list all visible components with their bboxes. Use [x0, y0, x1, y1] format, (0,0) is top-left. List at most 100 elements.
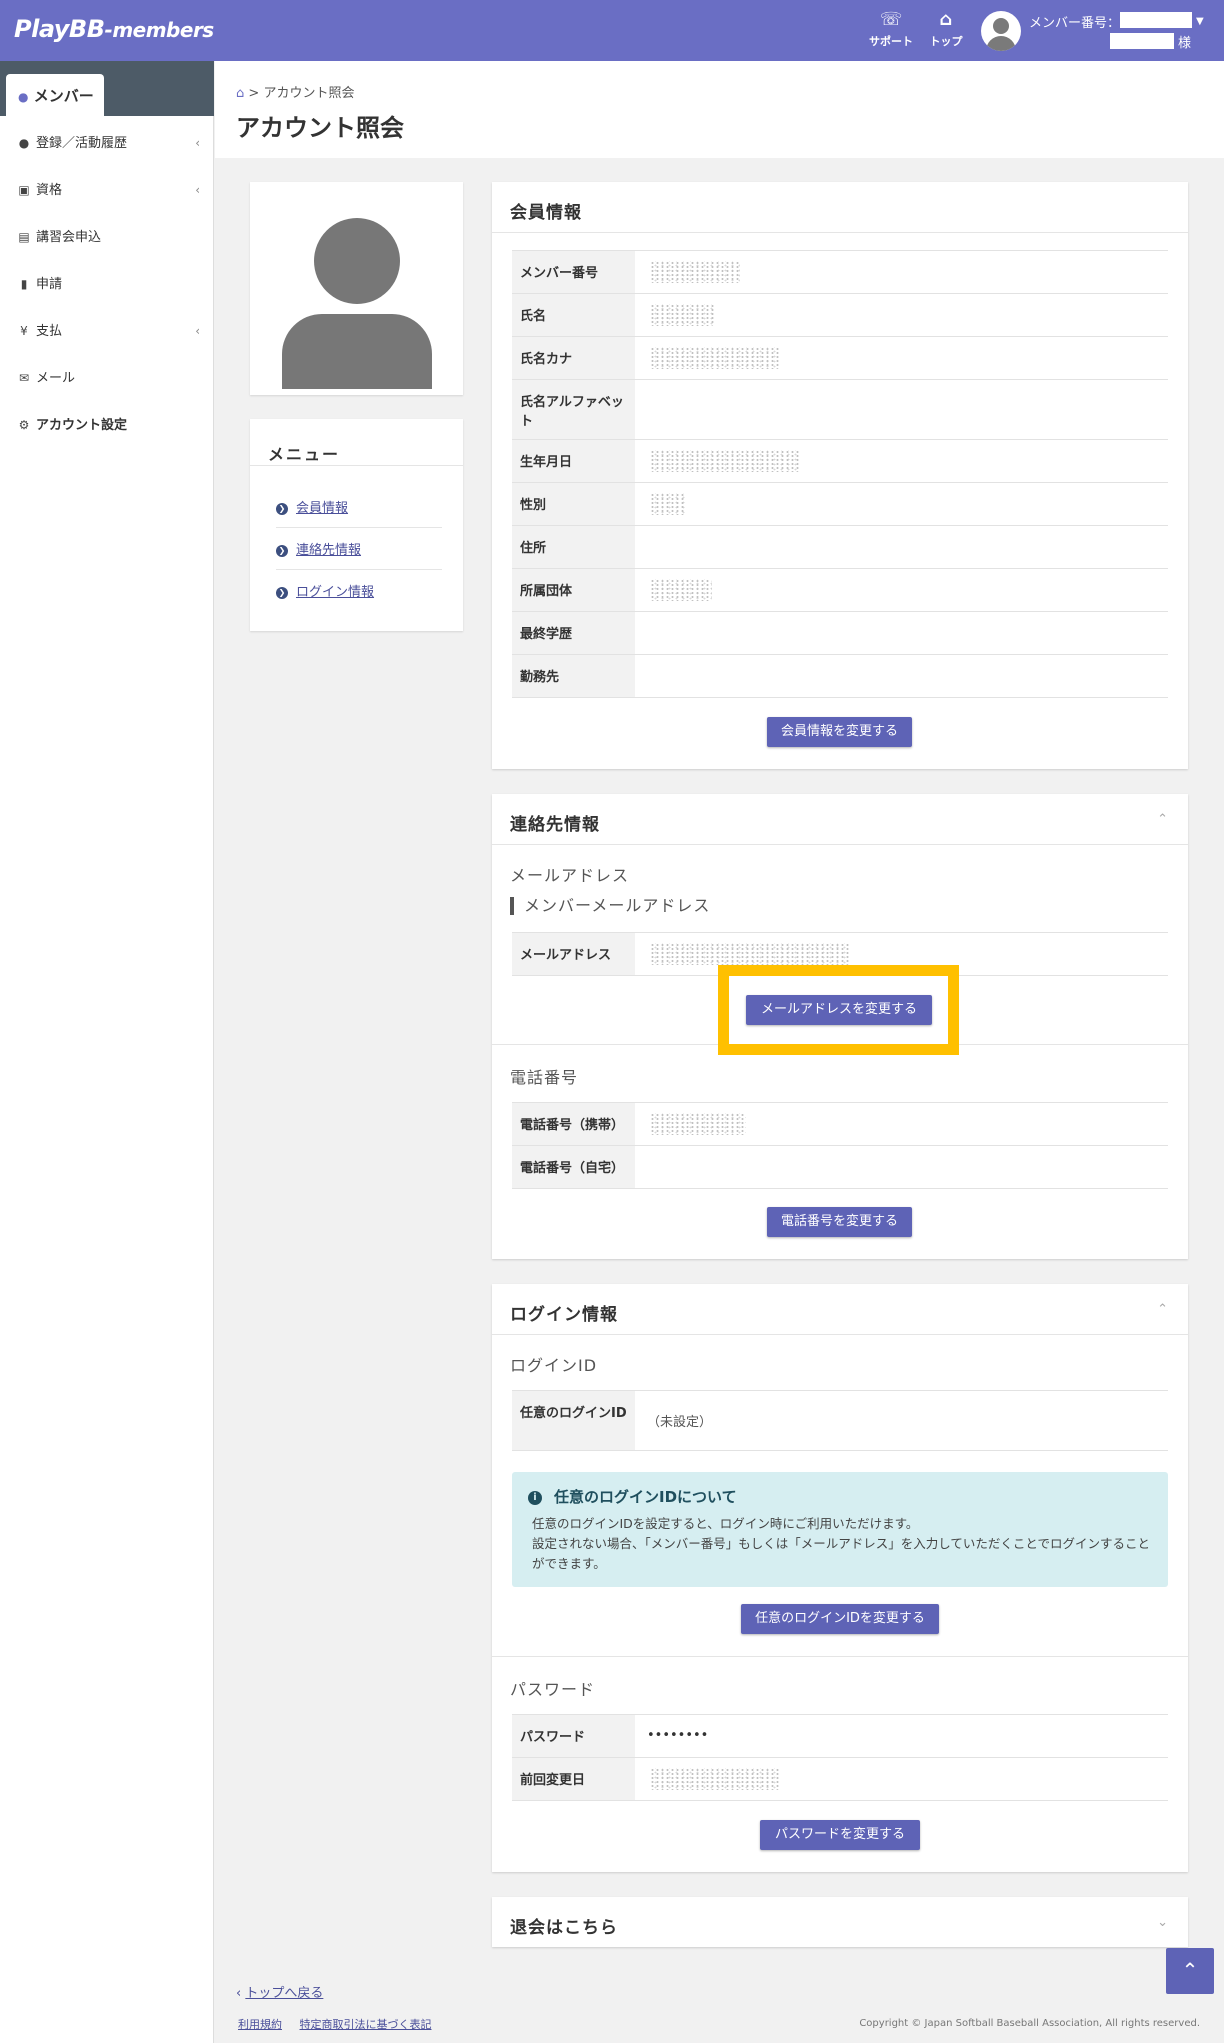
headset-icon: ☏ [879, 9, 903, 30]
login-info-title: ログイン情報 [510, 1305, 618, 1325]
withdraw-panel[interactable]: 退会はこちら ⌄ [492, 1897, 1188, 1947]
table-row: 任意のログインID （未設定） [512, 1391, 1168, 1451]
sidebar-item-mail[interactable]: ✉ メール [0, 363, 214, 393]
table-row: パスワード •••••••• [512, 1715, 1168, 1758]
home-icon[interactable]: ⌂ [236, 86, 244, 101]
app-logo[interactable]: PlayBB-members [14, 15, 214, 43]
footer-links: 利用規約 特定商取引法に基づく表記 [238, 2016, 446, 2032]
user-name-redacted [1110, 33, 1174, 49]
highlight-frame [718, 965, 959, 1055]
user-silhouette-icon [250, 182, 463, 389]
member-info-table: メンバー番号 氏名 氏名カナ 氏名アルファベット 生年月日 性別 住所 所属団体… [512, 250, 1168, 698]
page-title: アカウント照会 [236, 114, 404, 142]
redacted-value [650, 493, 686, 515]
support-button[interactable]: ☏ サポート [868, 10, 914, 49]
redacted-value [650, 579, 712, 601]
table-row: 性別 [512, 483, 1168, 526]
user-icon: ● [18, 136, 30, 150]
change-password-button[interactable]: パスワードを変更する [760, 1820, 920, 1850]
member-number-label: メンバー番号： [1029, 16, 1121, 31]
change-login-id-button[interactable]: 任意のログインIDを変更する [741, 1604, 939, 1634]
redacted-value [650, 1768, 780, 1790]
password-heading: パスワード [510, 1680, 596, 1699]
table-row: 勤務先 [512, 655, 1168, 698]
envelope-icon: ✉ [18, 371, 30, 385]
menu-link-member-info[interactable]: ❯ 会員情報 [276, 497, 348, 516]
change-phone-button[interactable]: 電話番号を変更する [767, 1207, 912, 1237]
top-button[interactable]: ⌂ トップ [928, 10, 964, 49]
table-row: メンバー番号 [512, 251, 1168, 294]
table-row: 生年月日 [512, 440, 1168, 483]
info-icon: i [528, 1490, 542, 1505]
id-card-icon: ▣ [18, 183, 30, 197]
sidebar-item-course[interactable]: ▤ 講習会申込 [0, 222, 214, 252]
table-row: 住所 [512, 526, 1168, 569]
sidebar-item-payment[interactable]: ¥ 支払 ‹ [0, 316, 214, 346]
menu-link-login-info[interactable]: ❯ ログイン情報 [276, 581, 374, 600]
login-info-panel: ログイン情報 ⌃ ログインID 任意のログインID （未設定） i 任意のログインI… [492, 1284, 1188, 1872]
chevron-right-icon: ❯ [276, 586, 288, 599]
scroll-to-top-button[interactable]: ⌃ [1166, 1948, 1214, 1994]
chevron-up-icon[interactable]: ⌃ [1157, 812, 1168, 827]
table-row: 前回変更日 [512, 1758, 1168, 1801]
chevron-up-icon: ⌃ [1181, 1958, 1199, 1982]
member-info-title: 会員情報 [510, 203, 582, 223]
menu-link-contact-info[interactable]: ❯ 連絡先情報 [276, 539, 361, 558]
member-number-redacted [1120, 12, 1192, 28]
redacted-value [650, 450, 800, 472]
chevron-right-icon: ❯ [276, 544, 288, 557]
menu-card-title: メニュー [268, 445, 341, 464]
table-row: 氏名アルファベット [512, 380, 1168, 440]
member-email-heading: メンバーメールアドレス [510, 897, 710, 915]
login-id-table: 任意のログインID （未設定） [512, 1390, 1168, 1451]
chevron-right-icon: ❯ [276, 502, 288, 515]
password-table: パスワード •••••••• 前回変更日 [512, 1714, 1168, 1801]
user-avatar[interactable] [981, 11, 1021, 51]
sidebar-item-qualification[interactable]: ▣ 資格 ‹ [0, 175, 214, 205]
login-id-heading: ログインID [510, 1356, 598, 1375]
chevron-left-icon: ‹ [195, 183, 200, 197]
chevron-down-icon[interactable]: ▼ [1196, 16, 1204, 27]
chevron-up-icon[interactable]: ⌃ [1157, 1302, 1168, 1317]
sidebar: ● メンバー ● 登録／活動履歴 ‹ ▣ 資格 ‹ ▤ 講習会申込 ▮ 申請 ¥ 支払 ‹… [0, 61, 214, 2043]
contact-info-title: 連絡先情報 [510, 815, 600, 835]
profile-photo-card [250, 182, 463, 395]
redacted-value [650, 347, 780, 369]
redacted-value [650, 304, 714, 326]
user-gear-icon: ⚙ [18, 418, 30, 432]
redacted-value [650, 1113, 746, 1135]
sidebar-item-application[interactable]: ▮ 申請 [0, 269, 214, 299]
table-row: 氏名カナ [512, 337, 1168, 380]
phone-heading: 電話番号 [510, 1068, 579, 1087]
yen-icon: ¥ [20, 324, 28, 338]
withdraw-title: 退会はこちら [510, 1918, 618, 1938]
table-row: 最終学歴 [512, 612, 1168, 655]
chevron-left-icon: ‹ [236, 1986, 242, 2001]
sidebar-tab-member[interactable]: ● メンバー [6, 74, 104, 116]
redacted-value [650, 943, 850, 965]
sidebar-item-history[interactable]: ● 登録／活動履歴 ‹ [0, 128, 214, 158]
user-icon: ● [18, 90, 29, 104]
email-heading: メールアドレス [510, 866, 630, 885]
sidebar-header: ● メンバー [0, 61, 214, 116]
breadcrumb-current: アカウント照会 [263, 86, 355, 101]
login-id-notice: i 任意のログインIDについて 任意のログインIDを設定すると、ログイン時にご利用… [512, 1472, 1168, 1587]
redacted-value [650, 261, 740, 283]
copyright: Copyright © Japan Softball Baseball Asso… [859, 2018, 1200, 2029]
edit-member-info-button[interactable]: 会員情報を変更する [767, 717, 912, 747]
chevron-left-icon: ‹ [195, 324, 200, 338]
table-row: 電話番号（携帯） [512, 1103, 1168, 1146]
chevron-down-icon[interactable]: ⌄ [1157, 1915, 1168, 1930]
table-row: 所属団体 [512, 569, 1168, 612]
honorific: 様 [1178, 36, 1192, 51]
back-to-top-link[interactable]: ‹ トップへ戻る [236, 1982, 323, 2001]
terms-link[interactable]: 利用規約 [238, 2018, 282, 2031]
breadcrumb: ⌂ > アカウント照会 [236, 86, 355, 101]
menu-card: メニュー ❯ 会員情報 ❯ 連絡先情報 ❯ ログイン情報 [250, 419, 463, 631]
top-header: PlayBB-members ☏ サポート ⌂ トップ メンバー番号： ▼ 様 [0, 0, 1224, 61]
chalkboard-icon: ▤ [18, 230, 30, 244]
chevron-left-icon: ‹ [195, 136, 200, 150]
sidebar-item-account-settings[interactable]: ⚙ アカウント設定 [0, 410, 214, 440]
table-row: 電話番号（自宅） [512, 1146, 1168, 1189]
commerce-law-link[interactable]: 特定商取引法に基づく表記 [300, 2018, 432, 2031]
